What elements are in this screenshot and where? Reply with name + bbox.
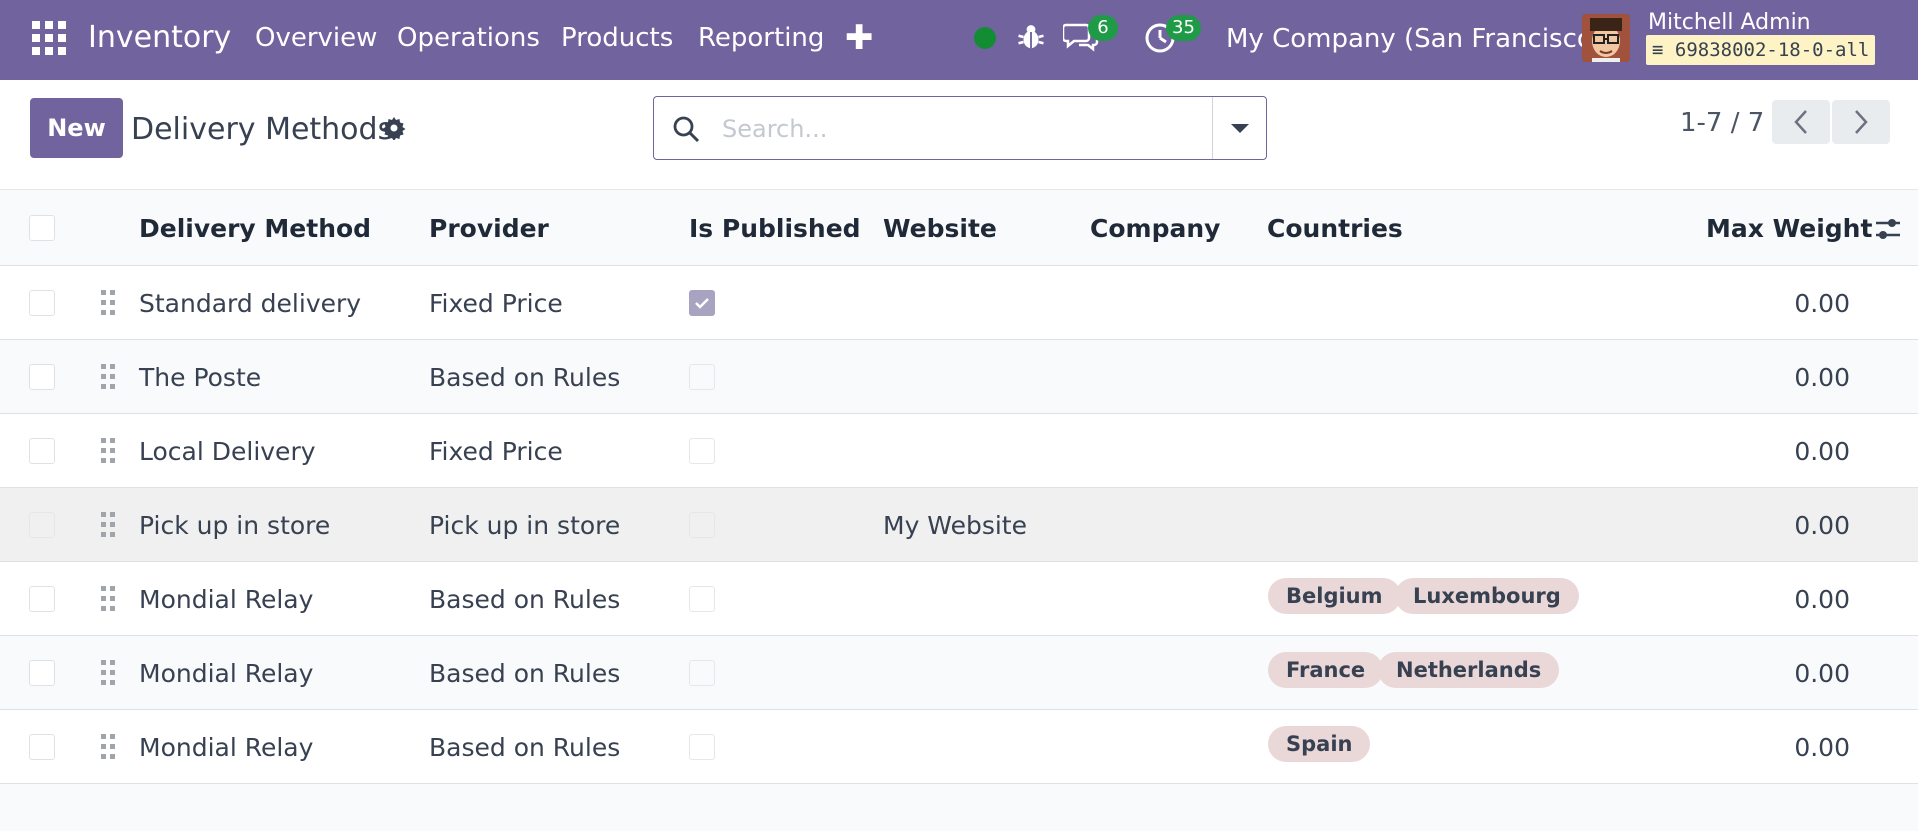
column-settings-icon[interactable] bbox=[1874, 216, 1902, 242]
cell-method: Mondial Relay bbox=[139, 733, 314, 762]
drag-handle-icon[interactable] bbox=[98, 436, 118, 466]
apps-grid-icon[interactable] bbox=[32, 21, 66, 55]
row-checkbox[interactable] bbox=[29, 364, 55, 390]
cell-max-weight: 0.00 bbox=[1794, 585, 1850, 614]
cell-max-weight: 0.00 bbox=[1794, 511, 1850, 540]
col-delivery-method[interactable]: Delivery Method bbox=[139, 214, 371, 243]
search-icon bbox=[673, 116, 700, 143]
database-badge: ≡ 69838002-18-0-all bbox=[1646, 35, 1876, 65]
cell-max-weight: 0.00 bbox=[1794, 437, 1850, 466]
row-checkbox[interactable] bbox=[29, 734, 55, 760]
cell-method: Mondial Relay bbox=[139, 585, 314, 614]
search-input[interactable] bbox=[722, 107, 1202, 151]
published-checkbox[interactable] bbox=[689, 586, 715, 612]
table-row[interactable]: Mondial Relay Based on Rules Spain 0.00 bbox=[0, 710, 1918, 784]
col-company[interactable]: Company bbox=[1090, 214, 1220, 243]
country-tag: Belgium bbox=[1268, 578, 1401, 614]
company-switcher[interactable]: My Company (San Francisco) bbox=[1226, 24, 1603, 54]
user-avatar[interactable] bbox=[1582, 14, 1630, 62]
cell-max-weight: 0.00 bbox=[1794, 659, 1850, 688]
menu-products[interactable]: Products bbox=[561, 23, 673, 53]
table-row[interactable]: Local Delivery Fixed Price 0.00 bbox=[0, 414, 1918, 488]
cell-method: The Poste bbox=[139, 363, 262, 392]
country-tag: Luxembourg bbox=[1395, 578, 1579, 614]
user-name[interactable]: Mitchell Admin bbox=[1648, 10, 1811, 35]
drag-handle-icon[interactable] bbox=[98, 362, 118, 392]
country-tag: France bbox=[1268, 652, 1384, 688]
pager-next-button[interactable] bbox=[1832, 100, 1890, 144]
checkmark-icon bbox=[695, 298, 709, 309]
cell-method: Pick up in store bbox=[139, 511, 331, 540]
pager-previous-button[interactable] bbox=[1772, 100, 1830, 144]
table-row[interactable]: The Poste Based on Rules 0.00 bbox=[0, 340, 1918, 414]
database-name: 69838002-18-0-all bbox=[1674, 39, 1870, 61]
chat-count-badge: 6 bbox=[1088, 15, 1118, 41]
gear-icon[interactable] bbox=[382, 116, 406, 140]
table-header: Delivery Method Provider Is Published We… bbox=[0, 190, 1918, 266]
cell-method: Standard delivery bbox=[139, 289, 362, 318]
menu-overview[interactable]: Overview bbox=[255, 23, 377, 53]
published-checkbox[interactable] bbox=[689, 512, 715, 538]
published-checkbox-checked[interactable] bbox=[689, 290, 715, 316]
top-navbar: Inventory Overview Operations Products R… bbox=[0, 0, 1918, 80]
pager-value[interactable]: 1-7 / 7 bbox=[1680, 108, 1764, 138]
cell-max-weight: 0.00 bbox=[1794, 733, 1850, 762]
select-all-checkbox[interactable] bbox=[29, 215, 55, 241]
activity-count-badge: 35 bbox=[1166, 15, 1201, 41]
page-title: Delivery Methods bbox=[131, 112, 394, 147]
plus-icon[interactable]: ✚ bbox=[845, 18, 874, 58]
row-checkbox[interactable] bbox=[29, 290, 55, 316]
cell-provider: Pick up in store bbox=[429, 511, 621, 540]
row-checkbox[interactable] bbox=[29, 660, 55, 686]
table-row[interactable]: Mondial Relay Based on Rules France Neth… bbox=[0, 636, 1918, 710]
cell-provider: Based on Rules bbox=[429, 585, 621, 614]
cell-provider: Fixed Price bbox=[429, 289, 563, 318]
database-icon: ≡ bbox=[1652, 39, 1664, 61]
app-brand[interactable]: Inventory bbox=[88, 20, 231, 55]
cell-website: My Website bbox=[883, 511, 1027, 540]
published-checkbox[interactable] bbox=[689, 364, 715, 390]
chevron-right-icon bbox=[1855, 110, 1868, 134]
table-row[interactable]: Pick up in store Pick up in store My Web… bbox=[0, 488, 1918, 562]
table-row[interactable]: Mondial Relay Based on Rules Belgium Lux… bbox=[0, 562, 1918, 636]
cell-max-weight: 0.00 bbox=[1794, 289, 1850, 318]
menu-operations[interactable]: Operations bbox=[397, 23, 540, 53]
cell-provider: Based on Rules bbox=[429, 659, 621, 688]
bug-icon[interactable] bbox=[1016, 22, 1046, 52]
drag-handle-icon[interactable] bbox=[98, 584, 118, 614]
menu-reporting[interactable]: Reporting bbox=[698, 23, 824, 53]
search-options-toggle[interactable] bbox=[1213, 97, 1267, 159]
new-button[interactable]: New bbox=[30, 98, 123, 158]
chevron-left-icon bbox=[1794, 110, 1807, 134]
status-online-icon[interactable] bbox=[974, 27, 996, 49]
control-panel: New Delivery Methods 1-7 / 7 bbox=[0, 80, 1918, 190]
cell-provider: Fixed Price bbox=[429, 437, 563, 466]
row-checkbox[interactable] bbox=[29, 512, 55, 538]
row-checkbox[interactable] bbox=[29, 586, 55, 612]
published-checkbox[interactable] bbox=[689, 734, 715, 760]
cell-method: Mondial Relay bbox=[139, 659, 314, 688]
col-max-weight[interactable]: Max Weight bbox=[1706, 214, 1872, 243]
country-tag: Netherlands bbox=[1378, 652, 1560, 688]
cell-provider: Based on Rules bbox=[429, 363, 621, 392]
col-website[interactable]: Website bbox=[883, 214, 997, 243]
table-row[interactable]: Standard delivery Fixed Price 0.00 bbox=[0, 266, 1918, 340]
drag-handle-icon[interactable] bbox=[98, 288, 118, 318]
col-provider[interactable]: Provider bbox=[429, 214, 549, 243]
caret-down-icon bbox=[1231, 123, 1249, 133]
drag-handle-icon[interactable] bbox=[98, 732, 118, 762]
drag-handle-icon[interactable] bbox=[98, 510, 118, 540]
cell-max-weight: 0.00 bbox=[1794, 363, 1850, 392]
cell-method: Local Delivery bbox=[139, 437, 316, 466]
row-checkbox[interactable] bbox=[29, 438, 55, 464]
col-countries[interactable]: Countries bbox=[1267, 214, 1403, 243]
col-is-published[interactable]: Is Published bbox=[689, 214, 861, 243]
country-tag: Spain bbox=[1268, 726, 1371, 762]
search-box bbox=[653, 96, 1267, 160]
published-checkbox[interactable] bbox=[689, 660, 715, 686]
published-checkbox[interactable] bbox=[689, 438, 715, 464]
cell-provider: Based on Rules bbox=[429, 733, 621, 762]
drag-handle-icon[interactable] bbox=[98, 658, 118, 688]
